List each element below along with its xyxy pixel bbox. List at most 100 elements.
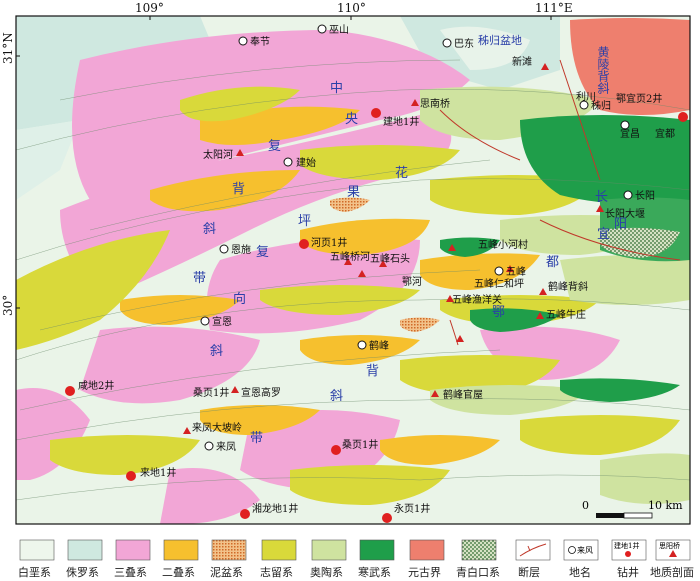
legend-item-proterozoic: 元古界: [408, 539, 445, 579]
place-label: 太阳河: [203, 148, 233, 161]
structure-label: 向: [233, 291, 246, 307]
geologic-map: 奉节 巫山 巴东 秭归盆地 新滩 思南桥 建地1井 秭归 鄂宜页2井 宜昌 宜都…: [1, 1, 694, 579]
place-label: 五峰桥河: [330, 251, 370, 263]
svg-text:三叠系: 三叠系: [114, 566, 147, 579]
place-label: 永页1井: [394, 502, 430, 515]
place-label: 宣恩: [212, 315, 232, 328]
place-label: 湘龙地1井: [252, 502, 298, 515]
structure-label: 阳: [614, 217, 627, 232]
legend-item-triassic: 三叠系: [114, 539, 151, 579]
structure-label: 斜: [330, 389, 343, 404]
svg-text:元古界: 元古界: [408, 566, 441, 579]
legend-item-place: 来风 地名: [563, 539, 599, 579]
svg-text:白垩系: 白垩系: [18, 565, 51, 579]
legend-item-cambrian: 寒武系: [358, 539, 395, 579]
svg-text:地质剖面: 地质剖面: [650, 565, 694, 579]
place-label: 来凤大坡岭: [192, 421, 242, 434]
place-label: 鄂河: [402, 276, 422, 288]
place-label: 鹤峰官屋: [443, 388, 483, 401]
place-label: 五峰小河村: [478, 238, 528, 251]
place-label: 来凤: [216, 441, 236, 453]
legend-item-well: 建地1井 钻井: [611, 539, 647, 579]
place-label: 巫山: [329, 24, 349, 36]
svg-text:寒武系: 寒武系: [358, 565, 391, 579]
legend-item-ordovician: 奥陶系: [310, 539, 347, 579]
place-label: 五峰牛庄: [546, 308, 586, 321]
place-label: 五峰仁和坪: [474, 277, 524, 290]
scale-zero: 0: [582, 499, 589, 512]
structure-label: 都: [546, 255, 559, 270]
place-label: 五峰石头: [370, 253, 410, 265]
structure-label: 复: [256, 245, 269, 260]
place-label: 建地1井: [383, 115, 419, 128]
legend: 白垩系 侏罗系 三叠系 二叠系 泥盆系 志留系 奥陶系 寒武系 元古界 青白口系…: [18, 539, 694, 579]
well-icon: [625, 551, 631, 557]
svg-text:奥陶系: 奥陶系: [310, 565, 343, 579]
structure-label: 坪: [298, 214, 311, 229]
place-label: 桑页1井: [342, 438, 378, 451]
structure-label: 果: [347, 185, 360, 200]
svg-text:二叠系: 二叠系: [162, 566, 195, 579]
place-label: 宜昌: [620, 127, 640, 140]
structure-label: 斜: [210, 344, 223, 359]
structure-label: 带: [193, 271, 206, 286]
place-label: 桑页1井: [193, 386, 229, 399]
structure-label: 复: [268, 139, 281, 154]
structure-label: 背: [232, 182, 245, 197]
place-label: 长阳: [635, 190, 655, 202]
latitude-label: 30°: [1, 295, 15, 316]
place-label: 建始: [296, 156, 316, 169]
structure-label: 宜: [597, 227, 610, 242]
structure-label: 鄂: [492, 305, 505, 320]
place-label: 新滩: [512, 55, 532, 68]
structure-label: 长: [595, 190, 608, 205]
svg-text:侏罗系: 侏罗系: [66, 566, 99, 579]
place-label: 鹤峰: [369, 339, 389, 352]
svg-text:思阳桥: 思阳桥: [659, 541, 680, 550]
place-label: 奉节: [250, 35, 270, 48]
place-label: 咸地2井: [78, 379, 114, 392]
huangling-char: 黄陵背斜: [596, 46, 610, 95]
legend-item-fault: 断层: [515, 539, 551, 579]
legend-item-jurassic: 侏罗系: [66, 539, 103, 579]
longitude-label: 111°E: [535, 1, 573, 15]
place-label: 宜都: [655, 127, 675, 140]
svg-text:泥盆系: 泥盆系: [210, 565, 243, 579]
structure-label: 斜: [203, 222, 216, 237]
huangling-label: 黄陵背斜: [596, 46, 610, 95]
structure-label: 花: [395, 165, 408, 181]
map-panel: 奉节 巫山 巴东 秭归盆地 新滩 思南桥 建地1井 秭归 鄂宜页2井 宜昌 宜都…: [16, 16, 690, 524]
place-label: 思南桥: [420, 97, 450, 110]
structure-label: 背: [366, 364, 379, 379]
svg-text:地名: 地名: [569, 565, 591, 579]
legend-item-section: 思阳桥 地质剖面: [650, 539, 694, 579]
latitude-label: 31°N: [1, 32, 15, 64]
longitude-label: 109°: [135, 1, 164, 15]
legend-item-cretaceous: 白垩系: [18, 539, 55, 579]
scale-end: 10 km: [648, 499, 683, 512]
legend-item-qingbaikou: 青白口系: [456, 539, 500, 579]
structure-label: 带: [250, 431, 263, 446]
place-label: 河页1井: [311, 236, 347, 249]
legend-item-devonian: 泥盆系: [210, 539, 247, 579]
place-label: 宣恩高罗: [241, 386, 281, 399]
place-label: 鄂宜页2井: [616, 92, 662, 105]
svg-text:青白口系: 青白口系: [456, 565, 500, 579]
longitude-label: 110°: [337, 1, 366, 15]
svg-text:志留系: 志留系: [260, 566, 293, 579]
structure-label: 中: [330, 81, 343, 96]
place-label: 利川: [576, 91, 596, 103]
place-label: 恩施: [231, 243, 251, 256]
svg-text:建地1井: 建地1井: [614, 541, 639, 550]
structure-label: 央: [345, 112, 358, 127]
legend-item-silurian: 志留系: [260, 539, 297, 579]
place-label: 来地1井: [140, 466, 176, 479]
place-icon: [568, 546, 576, 554]
place-label: 鹤峰背斜: [548, 280, 588, 293]
legend-item-permian: 二叠系: [162, 539, 199, 579]
place-label: 秭归盆地: [478, 33, 522, 47]
place-label: 五峰: [506, 266, 526, 278]
svg-text:断层: 断层: [518, 565, 540, 579]
svg-text:钻井: 钻井: [617, 565, 639, 579]
svg-text:来风: 来风: [577, 546, 593, 555]
